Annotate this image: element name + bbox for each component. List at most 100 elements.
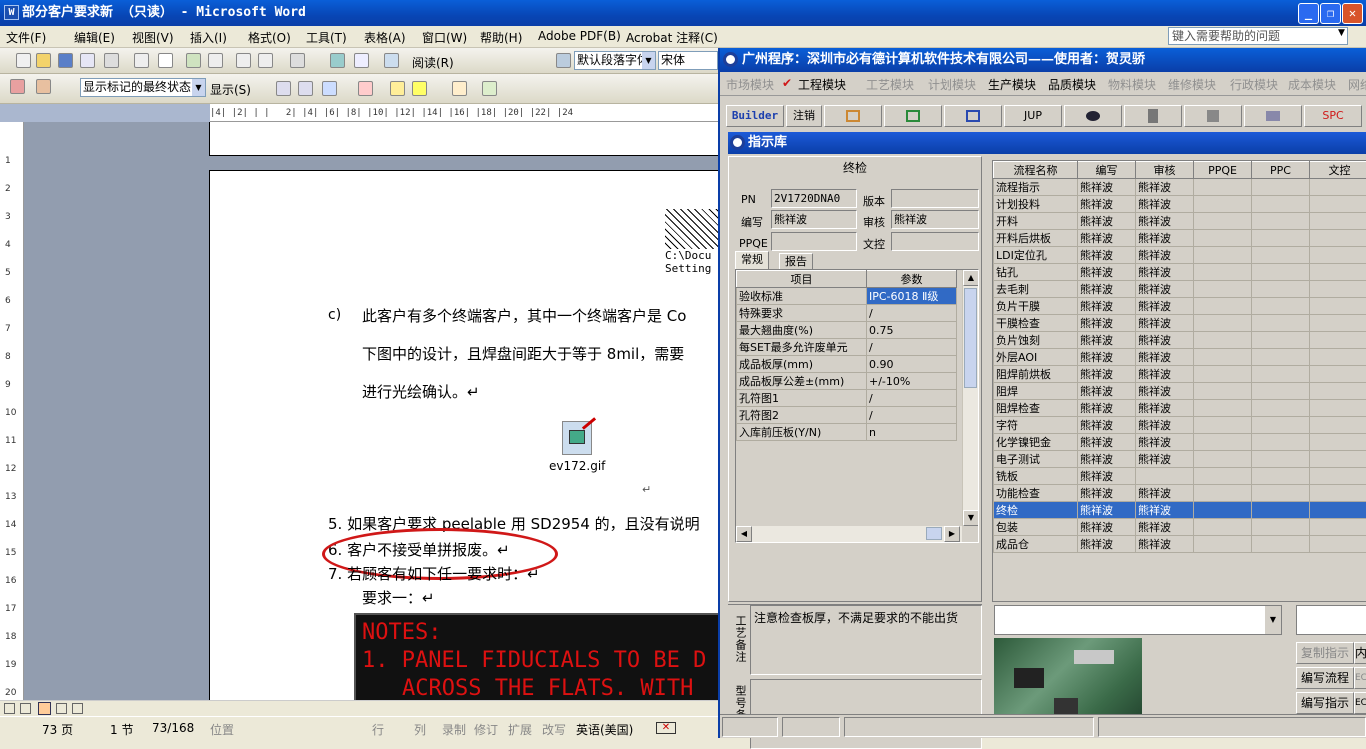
param-row[interactable]: 成品板厚(mm)0.90 xyxy=(737,356,957,373)
copy-instruction-button[interactable]: 复制指示 xyxy=(1296,642,1354,664)
process-cell[interactable] xyxy=(1310,332,1366,349)
spelling-icon[interactable] xyxy=(186,53,201,68)
process-cell[interactable]: 熊祥波 xyxy=(1136,536,1194,553)
edit-flow-button[interactable]: 编写流程 xyxy=(1296,667,1354,689)
process-cell[interactable] xyxy=(1194,519,1252,536)
param-vertical-scrollbar[interactable]: ▲ ▼ xyxy=(962,270,978,526)
document-area[interactable]: C:\DocuSetting c) 此客户有多个终端客户，其中一个终端客户是 C… xyxy=(24,122,718,702)
process-cell[interactable] xyxy=(1252,230,1310,247)
comment-icon[interactable] xyxy=(390,81,405,96)
param-value-cell[interactable]: 0.90 xyxy=(867,356,957,373)
horizontal-ruler[interactable]: |4| |2| | | 2| |4| |6| |8| |10| |12| |14… xyxy=(210,104,718,122)
process-cell[interactable] xyxy=(1310,451,1366,468)
process-cell[interactable] xyxy=(1194,485,1252,502)
process-cell[interactable]: 终检 xyxy=(994,502,1078,519)
process-cell[interactable] xyxy=(1310,366,1366,383)
process-cell[interactable]: 熊祥波 xyxy=(1078,247,1136,264)
word-app-icon[interactable]: W xyxy=(4,5,19,20)
param-row[interactable]: 孔符图2/ xyxy=(737,407,957,424)
process-cell[interactable]: 熊祥波 xyxy=(1078,196,1136,213)
proof-field[interactable] xyxy=(891,232,979,251)
extra-field[interactable] xyxy=(1296,605,1366,635)
process-row[interactable]: 流程指示熊祥波熊祥波 xyxy=(994,179,1366,196)
process-cell[interactable] xyxy=(1252,179,1310,196)
process-cell[interactable]: 包装 xyxy=(994,519,1078,536)
process-cell[interactable]: 钻孔 xyxy=(994,264,1078,281)
module-tab[interactable]: 市场模块 xyxy=(726,76,774,93)
read-button[interactable]: 阅读(R) xyxy=(412,54,454,71)
pn-field[interactable]: 2V1720DNA0 xyxy=(771,189,857,208)
process-cell[interactable]: 阻焊检查 xyxy=(994,400,1078,417)
menu-view[interactable]: 视图(V) xyxy=(132,29,174,46)
process-cell[interactable] xyxy=(1310,281,1366,298)
menu-adobe-pdf[interactable]: Adobe PDF(B) xyxy=(538,29,621,43)
previous-change-icon[interactable] xyxy=(276,81,291,96)
builder-button[interactable]: Builder xyxy=(726,105,784,127)
process-cell[interactable]: 熊祥波 xyxy=(1136,230,1194,247)
module-tab[interactable]: 生产模块 xyxy=(988,76,1036,93)
process-cell[interactable]: LDI定位孔 xyxy=(994,247,1078,264)
module-tab[interactable]: 维修模块 xyxy=(1168,76,1216,93)
param-value-cell[interactable]: n xyxy=(867,424,957,441)
process-cell[interactable]: 熊祥波 xyxy=(1136,332,1194,349)
process-cell[interactable] xyxy=(1194,315,1252,332)
process-cell[interactable]: 熊祥波 xyxy=(1136,315,1194,332)
copy-icon[interactable] xyxy=(236,53,251,68)
process-row[interactable]: 去毛刺熊祥波熊祥波 xyxy=(994,281,1366,298)
process-row[interactable]: 成品仓熊祥波熊祥波 xyxy=(994,536,1366,553)
outline-view-icon[interactable] xyxy=(56,703,67,714)
process-cell[interactable]: 熊祥波 xyxy=(1136,247,1194,264)
process-cell[interactable] xyxy=(1194,196,1252,213)
param-value-cell[interactable]: / xyxy=(867,407,957,424)
process-cell[interactable]: 熊祥波 xyxy=(1078,383,1136,400)
process-cell[interactable] xyxy=(1194,400,1252,417)
param-item-cell[interactable]: 孔符图2 xyxy=(737,407,867,424)
param-horizontal-scrollbar[interactable]: ◀ ▶ xyxy=(736,526,962,542)
process-cell[interactable] xyxy=(1194,468,1252,485)
process-cell[interactable]: 熊祥波 xyxy=(1078,264,1136,281)
param-item-cell[interactable]: 孔符图1 xyxy=(737,390,867,407)
gif-file-icon[interactable] xyxy=(562,421,592,455)
process-cell[interactable]: 熊祥波 xyxy=(1078,536,1136,553)
process-row[interactable]: 电子测试熊祥波熊祥波 xyxy=(994,451,1366,468)
param-row[interactable]: 每SET最多允许废单元/ xyxy=(737,339,957,356)
restore-button[interactable]: ❐ xyxy=(1320,3,1341,24)
open-icon[interactable] xyxy=(36,53,51,68)
process-cell[interactable] xyxy=(1310,468,1366,485)
ppt-button[interactable] xyxy=(824,105,882,127)
excel-button[interactable] xyxy=(884,105,942,127)
process-cell[interactable]: 阻焊前烘板 xyxy=(994,366,1078,383)
process-row[interactable]: 字符熊祥波熊祥波 xyxy=(994,417,1366,434)
process-cell[interactable]: 开料 xyxy=(994,213,1078,230)
print-view-icon[interactable] xyxy=(38,702,51,715)
process-cell[interactable]: 熊祥波 xyxy=(1078,315,1136,332)
process-cell[interactable] xyxy=(1310,519,1366,536)
process-cell[interactable] xyxy=(1252,519,1310,536)
param-value-cell[interactable]: / xyxy=(867,305,957,322)
process-cell[interactable]: 熊祥波 xyxy=(1136,383,1194,400)
process-cell[interactable] xyxy=(1252,196,1310,213)
erp-app-icon[interactable] xyxy=(723,52,738,67)
process-cell[interactable]: 铣板 xyxy=(994,468,1078,485)
markup-select[interactable]: 显示标记的最终状态▼ xyxy=(80,78,206,97)
param-row[interactable]: 成品板厚公差±(mm)+/-10% xyxy=(737,373,957,390)
process-cell[interactable] xyxy=(1194,451,1252,468)
process-cell[interactable] xyxy=(1194,230,1252,247)
process-cell[interactable] xyxy=(1310,264,1366,281)
version-field[interactable] xyxy=(891,189,979,208)
process-cell[interactable] xyxy=(1252,281,1310,298)
process-cell[interactable]: 熊祥波 xyxy=(1078,179,1136,196)
print-preview-icon[interactable] xyxy=(134,53,149,68)
menu-table[interactable]: 表格(A) xyxy=(364,29,406,46)
web-view-icon[interactable] xyxy=(20,703,31,714)
process-cell[interactable] xyxy=(1310,196,1366,213)
process-cell[interactable] xyxy=(1136,468,1194,485)
process-cell[interactable] xyxy=(1252,315,1310,332)
process-cell[interactable] xyxy=(1310,315,1366,332)
process-cell[interactable] xyxy=(1194,366,1252,383)
process-detail-combo[interactable]: ▼ xyxy=(994,605,1282,635)
print-icon[interactable] xyxy=(104,53,119,68)
param-row[interactable]: 特殊要求/ xyxy=(737,305,957,322)
accept-change-icon[interactable] xyxy=(322,81,337,96)
table-icon[interactable] xyxy=(354,53,369,68)
